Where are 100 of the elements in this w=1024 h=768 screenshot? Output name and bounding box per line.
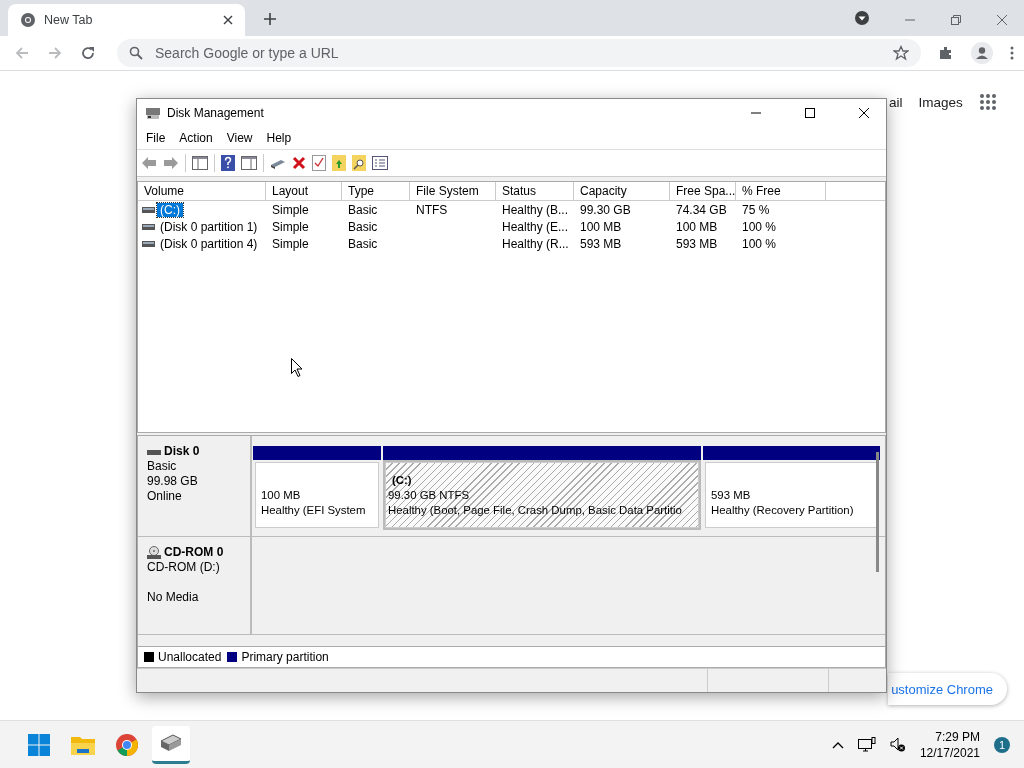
dropdown-icon[interactable] [854, 10, 870, 26]
column-header[interactable]: Free Spa... [670, 182, 736, 200]
drive-label[interactable]: (Disk 0 partition 4) [157, 236, 261, 251]
chevron-up-icon[interactable] [831, 740, 844, 749]
close-icon[interactable] [223, 15, 233, 25]
cursor-icon [291, 358, 303, 377]
disk-detail: 99.98 GB [147, 474, 199, 489]
help-icon[interactable] [221, 155, 235, 171]
disk-detail: No Media [147, 590, 200, 605]
legend-label: Primary partition [241, 650, 329, 664]
disk-icon [145, 106, 161, 120]
table-cell: 75 % [742, 202, 770, 217]
partition-status: Healthy (Recovery Partition) [711, 502, 855, 518]
table-cell: Simple [272, 202, 309, 217]
disk-name: CD-ROM 0 [164, 545, 224, 560]
table-cell: Simple [272, 236, 309, 251]
disk-detail: CD-ROM (D:) [147, 560, 221, 575]
close-icon[interactable] [858, 107, 870, 119]
window-title: Disk Management [167, 106, 264, 120]
apps-grid-icon[interactable] [978, 93, 997, 111]
window-pane-icon[interactable] [241, 156, 257, 170]
profile-icon[interactable] [971, 42, 993, 64]
partition-size: 99.30 GB NTFS [388, 487, 471, 503]
star-icon[interactable] [893, 45, 909, 61]
table-cell: Basic [348, 219, 378, 234]
page-link[interactable]: ail [889, 94, 903, 110]
search-icon [129, 46, 143, 60]
list-icon[interactable] [372, 156, 388, 170]
windows-icon [28, 733, 50, 756]
partition-status: Healthy (Boot, Page File, Crash Dump, Basic Data Partitio [388, 502, 683, 518]
forward-icon[interactable] [163, 156, 179, 170]
partition-block[interactable]: (C:) 99.30 GB NTFS Healthy (Boot, Page File, Crash Dump, Basic Data Partitio [383, 460, 701, 530]
clock-date: 12/17/2021 [919, 744, 980, 761]
disk-info-panel[interactable]: CD-ROM 0 CD-ROM (D:) No Media [138, 537, 252, 634]
drive-label[interactable]: (Disk 0 partition 1) [157, 219, 261, 234]
drive-label[interactable]: (C:) [157, 202, 183, 217]
table-cell: Simple [272, 219, 309, 234]
column-header[interactable]: Capacity [574, 182, 670, 200]
column-header[interactable]: File System [410, 182, 496, 200]
taskbar-app[interactable] [152, 725, 190, 764]
clock[interactable]: 7:29 PM 12/17/2021 [919, 728, 980, 761]
back-icon[interactable] [141, 156, 157, 170]
partition-block[interactable]: 100 MB Healthy (EFI System [253, 460, 381, 530]
puzzle-icon[interactable] [938, 45, 954, 61]
disk-drive-icon [159, 733, 183, 753]
table-cell: 100 MB [676, 219, 718, 234]
scrollbar[interactable] [876, 452, 879, 572]
clock-time: 7:29 PM [935, 728, 980, 745]
partition-size: 593 MB [711, 487, 752, 503]
folder-search-icon[interactable] [352, 155, 366, 171]
page-link[interactable]: Images [918, 94, 963, 110]
menu-item[interactable]: Help [266, 131, 292, 145]
table-cell: 100 % [742, 219, 777, 234]
table-cell: 99.30 GB [580, 202, 631, 217]
table-cell: Healthy (E... [502, 219, 569, 234]
new-tab-icon[interactable] [263, 12, 277, 26]
table-cell: Basic [348, 202, 378, 217]
table-cell: 593 MB [580, 236, 622, 251]
column-header[interactable]: Status [496, 182, 574, 200]
reload-icon[interactable] [80, 45, 96, 61]
table-cell: NTFS [416, 202, 448, 217]
menu-item[interactable]: Action [179, 131, 213, 145]
table-cell: 100 MB [580, 219, 622, 234]
table-cell: Healthy (B... [502, 202, 569, 217]
folder-icon [71, 734, 95, 755]
table-cell: Basic [348, 236, 378, 251]
menu-item[interactable]: View [226, 131, 253, 145]
menu-item[interactable]: File [146, 131, 166, 145]
table-cell: Healthy (R... [502, 236, 569, 251]
table-cell: 74.34 GB [676, 202, 727, 217]
maximize-icon[interactable] [804, 107, 816, 119]
customize-button[interactable]: ustomize Chrome [888, 673, 1007, 705]
partition-label: (C:) [392, 473, 412, 486]
checklist-icon[interactable] [312, 155, 326, 171]
notification-badge[interactable]: 1 [994, 736, 1010, 753]
volume-icon [142, 222, 155, 231]
table-cell: 100 % [742, 236, 777, 251]
column-header[interactable]: % Free [736, 182, 826, 200]
speaker-muted-icon[interactable] [889, 736, 906, 753]
volume-icon [142, 205, 155, 214]
partition-size: 100 MB [261, 487, 302, 503]
restore-icon[interactable] [950, 14, 962, 26]
legend-label: Unallocated [158, 650, 222, 664]
column-header[interactable]: Layout [266, 182, 342, 200]
volume-icon [142, 239, 155, 248]
menu-icon[interactable] [1010, 46, 1014, 60]
partition-status: Healthy (EFI System [261, 502, 367, 518]
delete-icon[interactable] [292, 156, 306, 170]
browser-tab[interactable]: New Tab [8, 4, 245, 36]
cd-drive-icon [147, 545, 161, 560]
table-cell: 593 MB [676, 236, 718, 251]
address-bar[interactable]: Search Google or type a URL [117, 39, 921, 67]
console-tree-icon[interactable] [192, 156, 208, 170]
disk-detail: Basic [147, 459, 178, 474]
tab-title: New Tab [44, 13, 94, 27]
network-icon[interactable] [857, 736, 876, 753]
column-header[interactable]: Volume [138, 182, 266, 200]
column-header[interactable]: Type [342, 182, 410, 200]
disk-detail: Online [147, 489, 183, 504]
disk-name: Disk 0 [164, 444, 200, 459]
